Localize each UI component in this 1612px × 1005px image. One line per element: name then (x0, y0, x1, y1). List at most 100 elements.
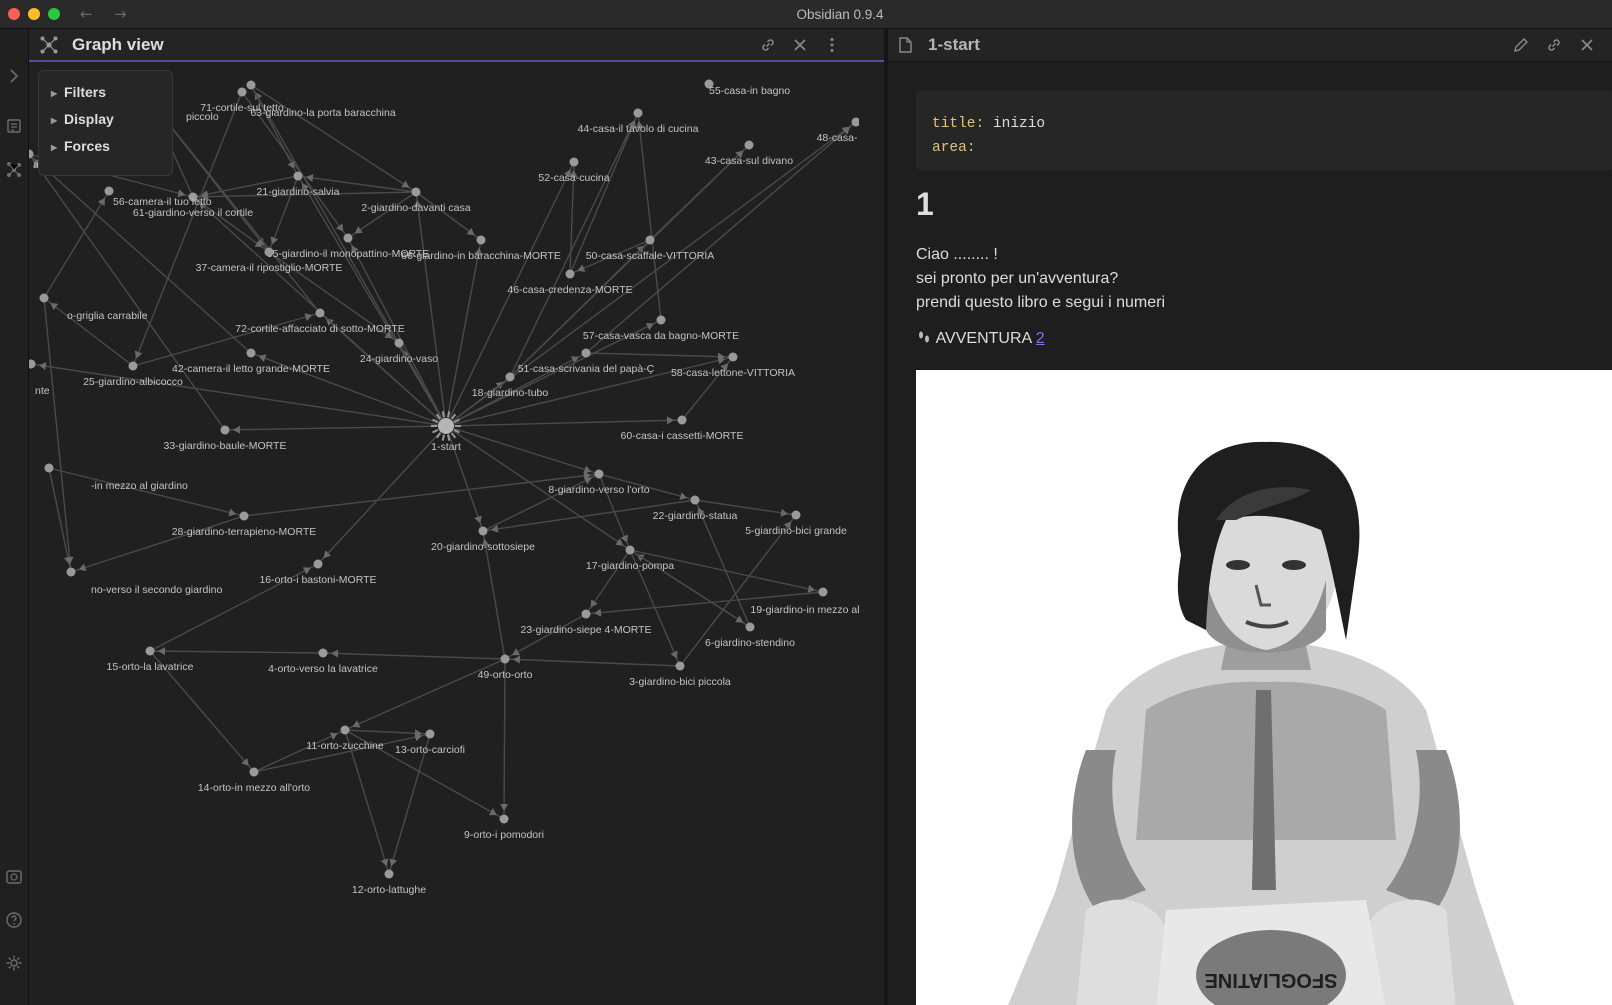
graph-node-23[interactable] (581, 609, 591, 619)
graph-node-label: piccolo (186, 111, 219, 123)
graph-node-50[interactable] (645, 235, 655, 245)
graph-node-57[interactable] (656, 315, 666, 325)
graph-edge-arrow (466, 227, 475, 236)
graph-node-g1[interactable] (39, 293, 49, 303)
graph-node-label: 16-orto-i bastoni-MORTE (259, 574, 376, 586)
link-icon[interactable] (1545, 36, 1563, 54)
graph-node-label: 55-casa-in bagno (709, 85, 790, 97)
graph-edge-arrow (512, 655, 521, 664)
graph-edge-arrow (590, 599, 598, 608)
graph-node-18[interactable] (505, 372, 515, 382)
graph-node-63[interactable] (246, 80, 256, 90)
graph-node-71[interactable] (237, 87, 247, 97)
graph-node-46[interactable] (565, 269, 575, 279)
graph-node-66[interactable] (476, 235, 486, 245)
document-icon (899, 37, 912, 53)
graph-node-label: 60-casa-i cassetti-MORTE (621, 430, 744, 442)
graph-node-label: 9-orto-i pomodori (464, 829, 544, 841)
link-icon[interactable] (759, 36, 777, 54)
graph-view-icon[interactable] (5, 160, 23, 178)
graph-node-37[interactable] (264, 247, 274, 257)
graph-node-label: 44-casa-il tavolo di cucina (578, 123, 699, 135)
graph-nodes[interactable]: 1-start 2-giardino-davanti casa 3-giardino… (29, 79, 859, 897)
graph-node-5[interactable] (791, 510, 801, 520)
graph-node-9[interactable] (499, 814, 509, 824)
graph-edge (322, 652, 506, 660)
graph-node-14[interactable] (249, 767, 259, 777)
graph-node-60[interactable] (677, 415, 687, 425)
graph-node-g4[interactable] (29, 359, 36, 369)
graph-node-42[interactable] (246, 348, 256, 358)
expand-sidebar-icon[interactable] (5, 67, 23, 85)
graph-node-g3[interactable] (66, 567, 76, 577)
app-title: Obsidian 0.9.4 (796, 7, 884, 22)
graph-edge-arrow (38, 362, 47, 371)
graph-node-20[interactable] (478, 526, 488, 536)
graph-node-25[interactable] (128, 361, 138, 371)
graph-edge-arrow (354, 226, 363, 234)
graph-node-16[interactable] (313, 559, 323, 569)
graph-node-g2[interactable] (44, 463, 54, 473)
graph-node-43[interactable] (744, 140, 754, 150)
more-options-icon[interactable] (823, 36, 841, 54)
edit-pencil-icon[interactable] (1512, 36, 1530, 54)
graph-node-label: 2-giardino-davanti casa (361, 202, 470, 214)
graph-node-label: 33-giardino-baule-MORTE (164, 440, 287, 452)
graph-node-24[interactable] (394, 338, 404, 348)
close-icon[interactable] (1578, 36, 1596, 54)
graph-node-label: 52-casa-cucina (538, 172, 609, 184)
graph-node-22[interactable] (690, 495, 700, 505)
graph-node-8[interactable] (594, 469, 604, 479)
graph-edge-arrow (157, 647, 166, 656)
graph-edge (43, 297, 134, 367)
graph-node-3[interactable] (675, 661, 685, 671)
close-icon[interactable] (791, 36, 809, 54)
graph-node-4[interactable] (318, 648, 328, 658)
graph-node-2[interactable] (411, 187, 421, 197)
graph-edge-arrow (228, 508, 237, 517)
graph-edge-arrow (593, 608, 602, 617)
graph-node-12[interactable] (384, 869, 394, 879)
graph-node-44[interactable] (633, 108, 643, 118)
graph-node-28[interactable] (239, 511, 249, 521)
graph-node-11[interactable] (340, 725, 350, 735)
graph-node-58[interactable] (728, 352, 738, 362)
graph-node-35[interactable] (343, 233, 353, 243)
display-toggle[interactable]: ▶ Display (51, 111, 114, 131)
graph-node-label: 4-orto-verso la lavatrice (268, 663, 378, 675)
graph-node-15[interactable] (145, 646, 155, 656)
adventure-link[interactable]: 2 (1036, 330, 1045, 347)
graph-canvas[interactable]: 1-start 2-giardino-davanti casa 3-giardino… (29, 64, 859, 1005)
vault-icon[interactable] (5, 868, 23, 886)
forces-toggle[interactable]: ▶ Forces (51, 138, 110, 158)
graph-node-21[interactable] (293, 171, 303, 181)
graph-node-33[interactable] (220, 425, 230, 435)
frontmatter-block[interactable]: title: inizio area: (916, 90, 1612, 170)
quick-switcher-icon[interactable] (5, 117, 23, 135)
graph-node-13[interactable] (425, 729, 435, 739)
graph-node-6[interactable] (745, 622, 755, 632)
graph-node-1[interactable] (438, 418, 454, 434)
filters-toggle[interactable]: ▶ Filters (51, 84, 106, 104)
graph-edge-arrow (389, 858, 398, 867)
graph-node-g7[interactable] (104, 186, 114, 196)
graph-node-49[interactable] (500, 654, 510, 664)
graph-node-label: 28-giardino-terrapieno-MORTE (172, 526, 317, 538)
body-line: sei pronto per un'avventura? (916, 270, 1119, 287)
graph-node-72[interactable] (315, 308, 325, 318)
body-line: prendi questo libro e segui i numeri (916, 294, 1166, 311)
graph-edge (48, 467, 245, 517)
graph-edge (149, 650, 324, 654)
graph-edge-arrow (335, 223, 344, 232)
graph-node-19[interactable] (818, 587, 828, 597)
graph-node-label: 25-giardino-albicocco (83, 376, 183, 388)
graph-edge (445, 419, 683, 427)
graph-node-52[interactable] (569, 157, 579, 167)
boy-portrait-image: SFOGLIATINE (916, 370, 1612, 1005)
graph-node-label: 42-camera-il letto grande-MORTE (172, 363, 330, 375)
graph-node-51[interactable] (581, 348, 591, 358)
note-body-text: Ciao ........ ! sei pronto per un'avvent… (916, 243, 1165, 315)
help-icon[interactable] (5, 911, 23, 929)
settings-gear-icon[interactable] (5, 954, 23, 972)
graph-node-17[interactable] (625, 545, 635, 555)
